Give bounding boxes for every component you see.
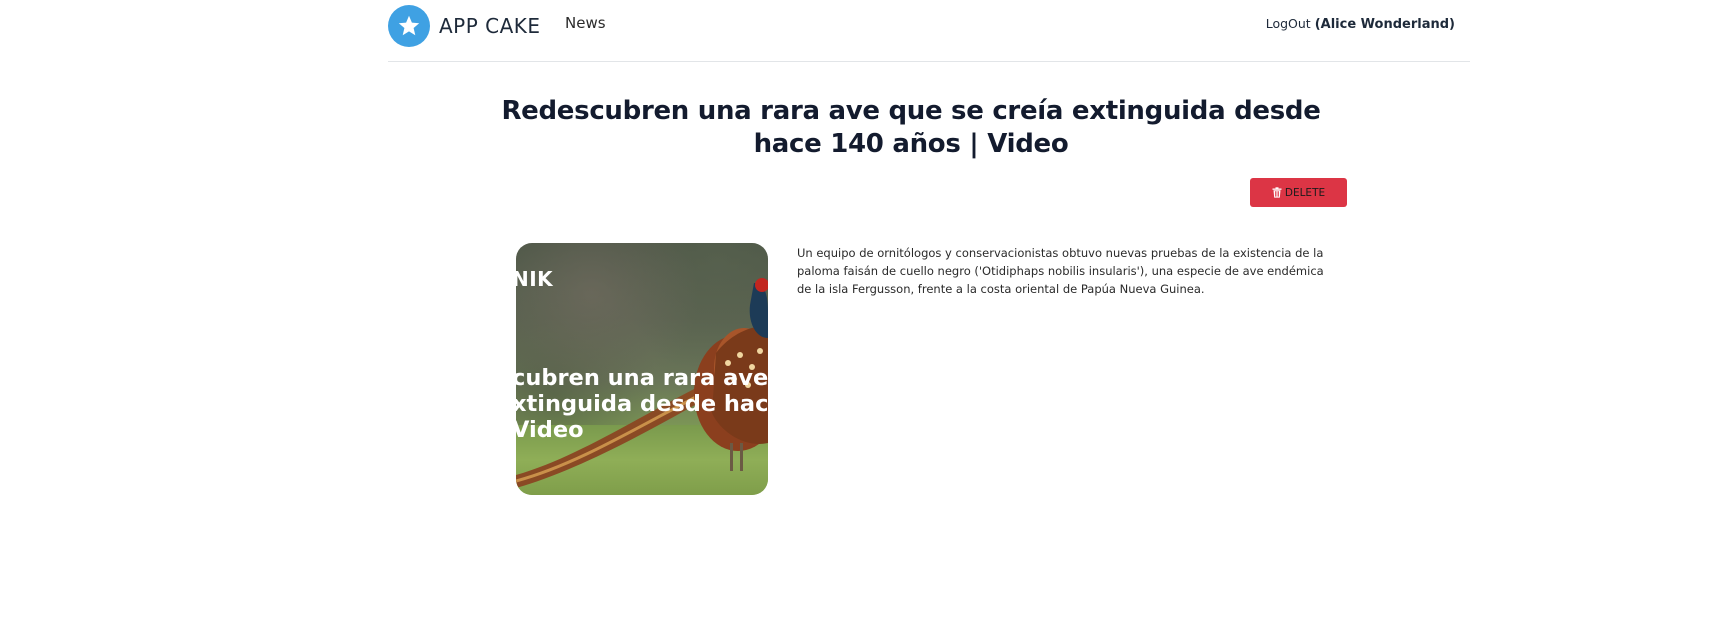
delete-button-label: DELETE	[1284, 186, 1326, 199]
article-body: Un equipo de ornitólogos y conservacioni…	[797, 246, 1324, 296]
image-caption-line: xtinguida desde hace	[516, 391, 768, 417]
delete-button[interactable]: DELETE	[1250, 178, 1347, 207]
image-brand-text: NIK	[516, 267, 554, 291]
article-title: Redescubren una rara ave que se creía ex…	[501, 96, 1321, 159]
brand-name: APP CAKE	[439, 14, 541, 38]
user-name: (Alice Wonderland)	[1314, 17, 1455, 32]
article-image: NIK cubren una rara ave q xtinguida desd…	[516, 243, 768, 495]
nav-link-news[interactable]: News	[565, 14, 606, 32]
top-navbar: APP CAKE News LogOut (Alice Wonderland)	[388, 0, 1470, 62]
image-caption: cubren una rara ave q xtinguida desde ha…	[516, 365, 768, 443]
logout-link[interactable]: LogOut	[1266, 16, 1311, 31]
trash-icon	[1272, 187, 1282, 198]
image-caption-line: cubren una rara ave q	[516, 365, 768, 391]
star-icon	[388, 5, 430, 47]
user-area: LogOut (Alice Wonderland)	[1266, 16, 1455, 32]
image-caption-line: Video	[516, 417, 584, 443]
brand-link[interactable]: APP CAKE	[388, 5, 541, 47]
